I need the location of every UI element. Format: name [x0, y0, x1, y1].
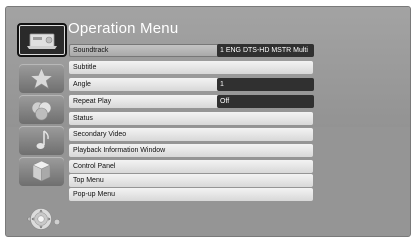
- menu-item-label: Repeat Play: [73, 98, 112, 105]
- menu-item-status[interactable]: Status: [69, 112, 313, 125]
- menu-item-label: Top Menu: [73, 177, 104, 184]
- menu-item-control-panel[interactable]: Control Panel: [69, 160, 313, 173]
- menu-item-top-menu[interactable]: Top Menu: [69, 174, 313, 187]
- star-icon[interactable]: [19, 64, 64, 93]
- menu-item-subtitle[interactable]: Subtitle: [69, 61, 313, 74]
- menu-item-label: Status: [73, 115, 93, 122]
- menu-item-label: Playback Information Window: [73, 147, 166, 154]
- disc-player-icon[interactable]: [17, 23, 67, 57]
- menu-item-label: Pop-up Menu: [73, 191, 116, 198]
- menu-item-label: Angle: [73, 81, 91, 88]
- menu-item-label: Control Panel: [73, 163, 116, 170]
- music-note-icon[interactable]: [19, 126, 64, 155]
- menu-item-label: Secondary Video: [73, 131, 127, 138]
- cube-icon[interactable]: [19, 157, 64, 186]
- menu-item-playback-information-window[interactable]: Playback Information Window: [69, 144, 313, 157]
- menu-item-label: Subtitle: [73, 64, 97, 71]
- soundtrack-value[interactable]: 1 ENG DTS-HD MSTR Multi: [217, 44, 314, 57]
- operation-menu-screen: Operation Menu Soundtrack 1 ENG DTS-HD M…: [5, 6, 411, 237]
- menu-item-label: Soundtrack: [73, 47, 109, 54]
- menu-item-secondary-video[interactable]: Secondary Video: [69, 128, 313, 141]
- remote-navigation-icon: [27, 207, 71, 231]
- menu-item-pop-up-menu[interactable]: Pop-up Menu: [69, 188, 313, 201]
- repeat-play-value[interactable]: Off: [217, 95, 314, 108]
- circles-icon[interactable]: [19, 95, 64, 124]
- angle-value[interactable]: 1: [217, 78, 314, 91]
- menu-title: Operation Menu: [68, 20, 179, 37]
